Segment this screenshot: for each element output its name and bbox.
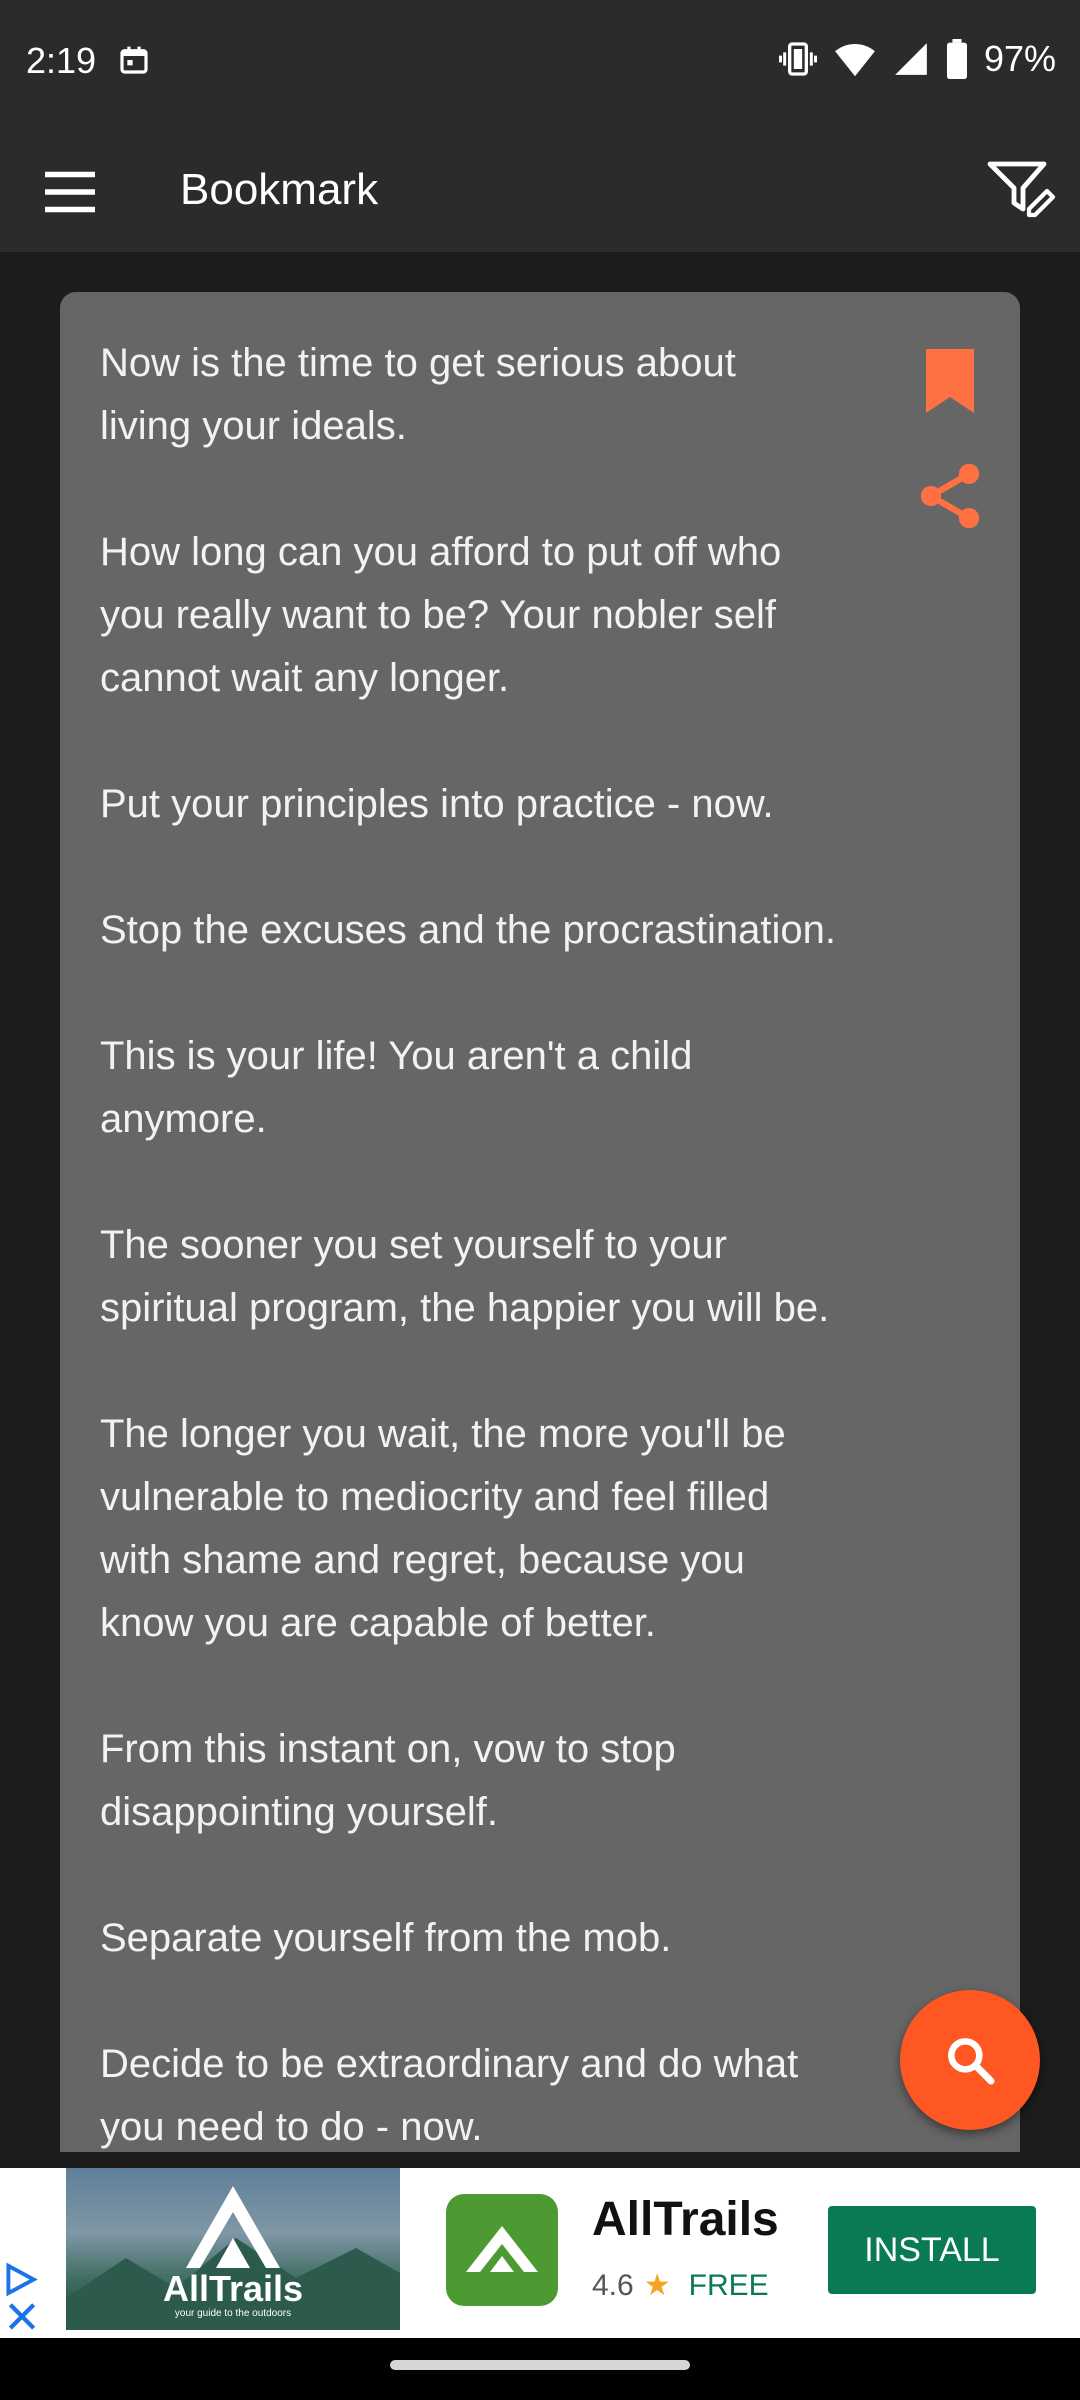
- ad-price: FREE: [688, 2268, 769, 2302]
- filter-edit-icon[interactable]: [984, 152, 1056, 224]
- ad-banner[interactable]: AllTrails your guide to the outdoors All…: [0, 2168, 1080, 2338]
- quote-text: Now is the time to get serious about liv…: [100, 341, 837, 2149]
- page-title: Bookmark: [180, 165, 379, 214]
- ad-image-brand: AllTrails: [162, 2268, 304, 2309]
- ad-rating: 4.6 ★ FREE: [592, 2268, 769, 2303]
- wifi-icon: [835, 44, 875, 77]
- calendar-icon: [120, 46, 148, 74]
- ad-choices-icon[interactable]: [4, 2262, 40, 2332]
- menu-icon[interactable]: [40, 162, 100, 222]
- mountain-icon: [466, 2226, 538, 2272]
- vibrate-icon: [778, 42, 817, 76]
- battery-icon: [946, 39, 967, 79]
- ad-rating-value: 4.6: [592, 2268, 634, 2302]
- status-bar: 2:19 97%: [0, 0, 1080, 128]
- search-button[interactable]: [900, 1990, 1040, 2130]
- ad-image-tagline: your guide to the outdoors: [174, 2308, 292, 2319]
- bookmark-icon[interactable]: [918, 346, 982, 416]
- status-icons: 97%: [778, 38, 1056, 80]
- quote-card: Now is the time to get serious about liv…: [60, 292, 1020, 2152]
- ad-image[interactable]: AllTrails your guide to the outdoors: [66, 2168, 400, 2330]
- status-time: 2:19: [26, 40, 97, 81]
- share-icon[interactable]: [912, 458, 988, 534]
- battery-percentage: 97%: [983, 38, 1056, 79]
- star-icon: ★: [643, 2269, 671, 2302]
- ad-app-name[interactable]: AllTrails: [592, 2192, 779, 2247]
- search-icon: [948, 2038, 995, 2085]
- navigation-bar: [0, 2338, 1080, 2400]
- app-bar: Bookmark: [0, 128, 1080, 252]
- ad-app-icon[interactable]: [446, 2194, 558, 2306]
- install-button[interactable]: INSTALL: [828, 2206, 1036, 2294]
- signal-icon: [895, 43, 927, 75]
- home-gesture-handle[interactable]: [390, 2360, 690, 2370]
